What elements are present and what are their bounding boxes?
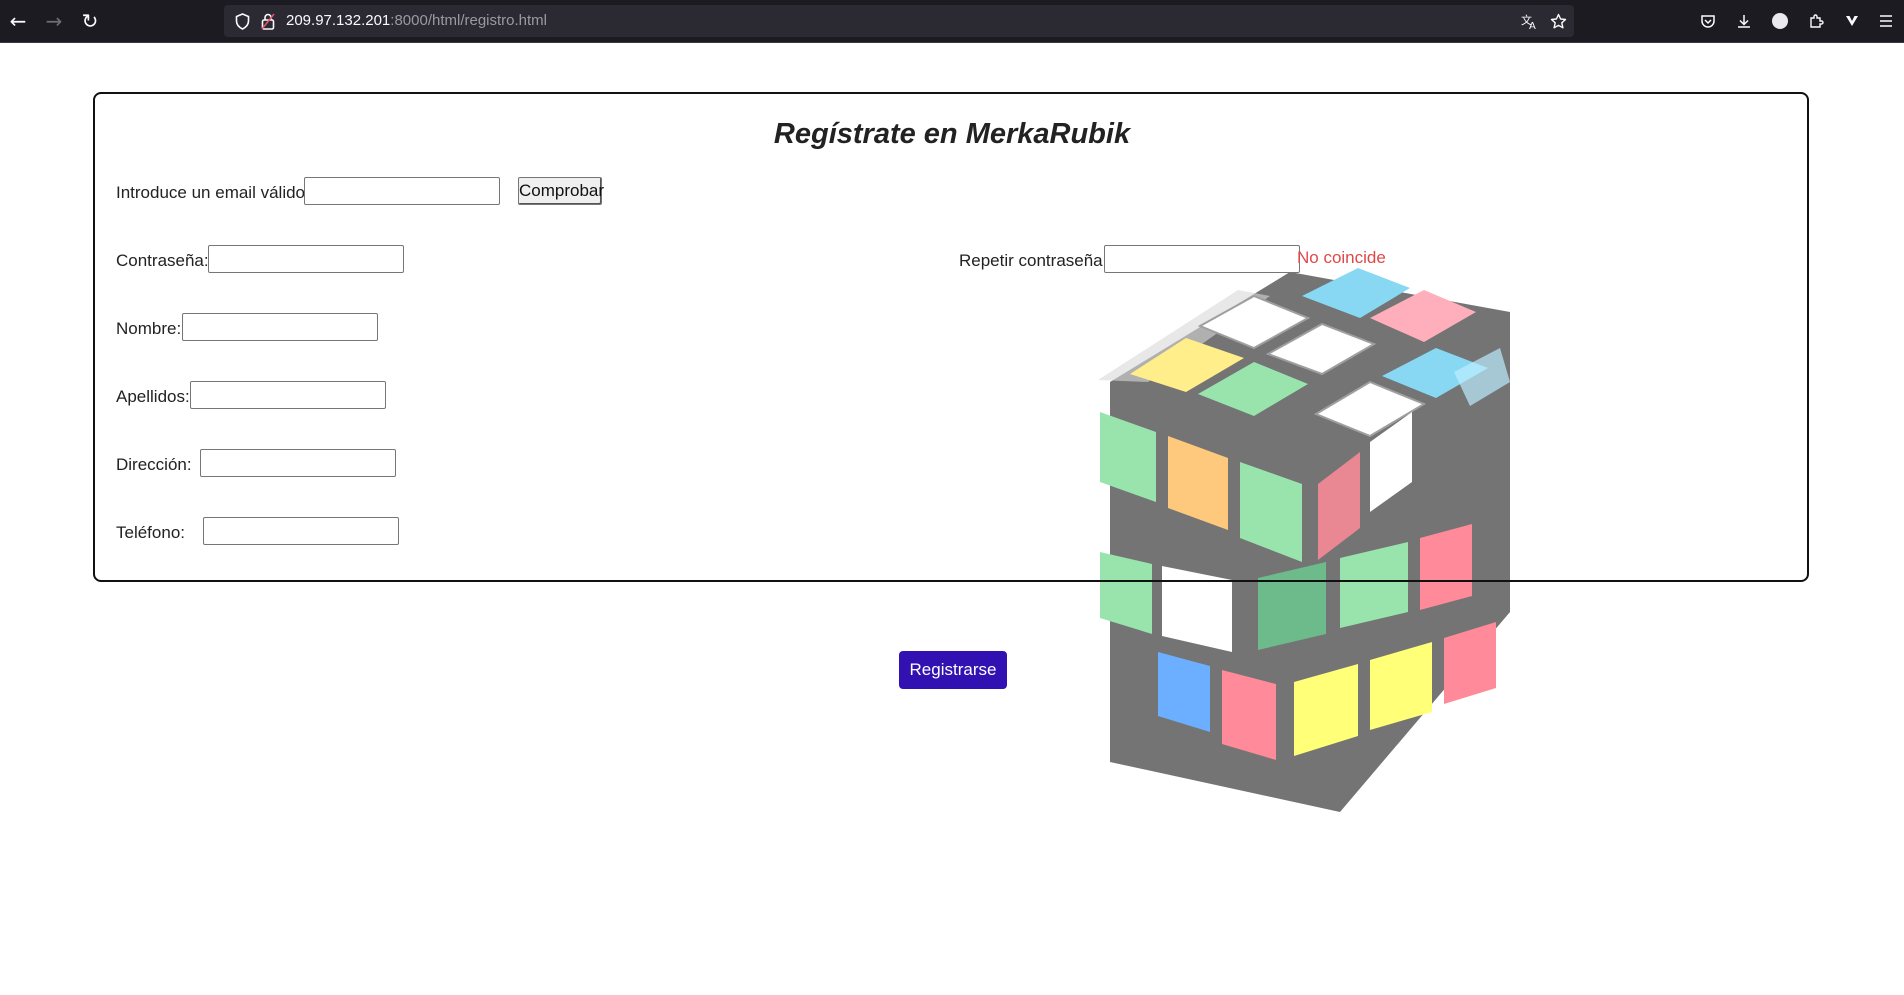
telefono-label: Teléfono:	[116, 523, 185, 542]
translate-icon[interactable]: 文A	[1517, 5, 1543, 37]
svg-text:A: A	[1529, 21, 1536, 30]
download-icon[interactable]	[1728, 0, 1760, 42]
nombre-label: Nombre:	[116, 319, 182, 338]
address-bar[interactable]: 209.97.132.201:8000/html/registro.html 文…	[224, 5, 1574, 37]
url-text[interactable]: 209.97.132.201:8000/html/registro.html	[286, 5, 547, 37]
vpn-icon[interactable]	[1836, 0, 1868, 42]
reload-icon[interactable]: ↻	[72, 0, 108, 42]
password-field[interactable]	[208, 245, 404, 273]
page-title: Regístrate en MerkaRubik	[773, 118, 1131, 150]
pocket-icon[interactable]	[1692, 0, 1724, 42]
forward-icon[interactable]: →	[36, 0, 72, 42]
email-field[interactable]	[304, 177, 500, 205]
password-mismatch-message: No coincide	[1297, 248, 1386, 267]
browser-toolbar: ← → ↻ 209.97.132.201:8000/html/registro.…	[0, 0, 1904, 43]
password-label: Contraseña:	[116, 251, 209, 270]
email-label: Introduce un email válido:	[116, 183, 310, 202]
back-icon[interactable]: ←	[0, 0, 36, 42]
account-icon[interactable]	[1764, 0, 1796, 42]
register-button[interactable]: Registrarse	[899, 651, 1007, 689]
star-icon[interactable]	[1545, 5, 1571, 37]
extensions-icon[interactable]	[1800, 0, 1832, 42]
menu-icon[interactable]	[1870, 0, 1902, 42]
shield-icon[interactable]	[229, 5, 255, 37]
repeat-password-field[interactable]	[1104, 245, 1300, 273]
repeat-password-label: Repetir contraseña:	[959, 251, 1108, 270]
apellidos-label: Apellidos:	[116, 387, 190, 406]
url-path: :8000/html/registro.html	[390, 12, 548, 29]
direccion-label: Dirección:	[116, 455, 192, 474]
check-email-button[interactable]: Comprobar	[518, 177, 604, 205]
url-host: 209.97.132.201	[286, 12, 391, 29]
direccion-field[interactable]	[200, 449, 396, 477]
nombre-field[interactable]	[182, 313, 378, 341]
lock-icon[interactable]	[255, 5, 281, 37]
apellidos-field[interactable]	[190, 381, 386, 409]
telefono-field[interactable]	[203, 517, 399, 545]
